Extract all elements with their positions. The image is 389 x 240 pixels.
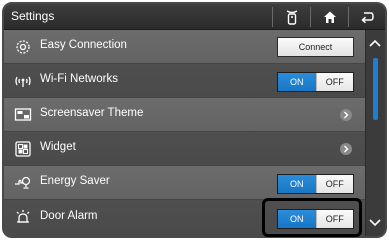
toggle-off[interactable]: OFF	[315, 175, 353, 193]
screensaver-theme-row[interactable]: Screensaver Theme	[4, 98, 365, 132]
wifi-networks-row[interactable]: Wi-Fi Networks ON OFF	[4, 64, 365, 98]
widget-row[interactable]: Widget	[4, 132, 365, 166]
toggle-on[interactable]: ON	[278, 210, 316, 228]
page-title: Settings	[11, 9, 55, 23]
scrollbar-thumb[interactable]	[373, 58, 378, 120]
settings-panel: Settings Easy Connection Connect Wi-Fi N…	[2, 2, 387, 238]
chevron-right-icon[interactable]	[340, 109, 352, 121]
row-label: Energy Saver	[40, 175, 110, 187]
row-label: Easy Connection	[40, 39, 127, 51]
widget-icon	[15, 141, 31, 157]
door-alarm-icon	[16, 210, 30, 223]
toggle-off[interactable]: OFF	[315, 210, 353, 228]
easy-connection-row[interactable]: Easy Connection Connect	[4, 30, 365, 64]
chevron-down-icon[interactable]	[368, 218, 382, 228]
toggle-on[interactable]: ON	[278, 175, 316, 193]
energy-saver-toggle[interactable]: ON OFF	[277, 174, 354, 194]
home-button[interactable]	[311, 4, 348, 30]
energy-saver-icon	[15, 176, 31, 189]
row-label: Wi-Fi Networks	[40, 73, 118, 85]
door-alarm-toggle[interactable]: ON OFF	[277, 209, 354, 229]
wifi-toggle[interactable]: ON OFF	[277, 72, 354, 92]
scrollbar[interactable]	[365, 30, 385, 236]
settings-list: Easy Connection Connect Wi-Fi Networks O…	[4, 30, 365, 236]
row-label: Widget	[40, 141, 76, 153]
back-icon	[361, 12, 374, 23]
chevron-up-icon[interactable]	[368, 38, 382, 48]
toggle-on[interactable]: ON	[278, 73, 316, 91]
row-label: Door Alarm	[40, 210, 98, 222]
remote-icon	[286, 10, 297, 25]
back-button[interactable]	[349, 4, 385, 30]
easy-connection-icon	[16, 40, 30, 54]
connect-button[interactable]: Connect	[277, 37, 354, 57]
remote-button[interactable]	[273, 4, 310, 30]
energy-saver-row[interactable]: Energy Saver ON OFF	[4, 166, 365, 200]
door-alarm-row[interactable]: Door Alarm ON OFF	[4, 200, 365, 236]
wifi-icon	[15, 76, 31, 87]
toggle-off[interactable]: OFF	[315, 73, 353, 91]
home-icon	[323, 11, 336, 23]
chevron-right-icon[interactable]	[340, 143, 352, 155]
screensaver-icon	[14, 108, 32, 121]
header-bar: Settings	[4, 4, 385, 30]
row-label: Screensaver Theme	[40, 107, 144, 119]
